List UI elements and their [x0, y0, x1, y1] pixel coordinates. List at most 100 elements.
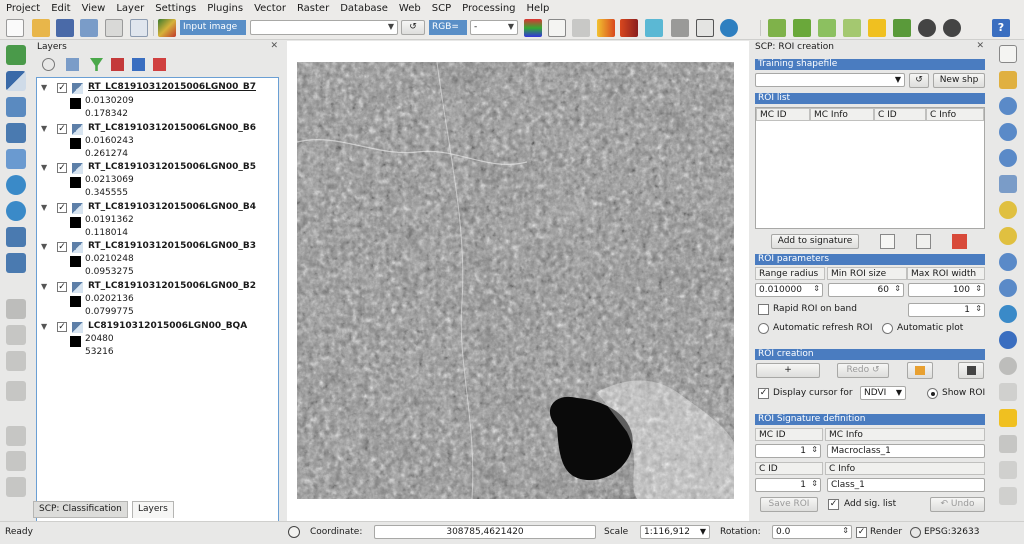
rgb-stretch-icon[interactable] [524, 19, 542, 37]
undo-button[interactable]: ↶ Undo [930, 497, 985, 512]
max-roi-width-input[interactable]: 100 ⇕ [908, 283, 985, 297]
rapid-roi-checkbox[interactable] [758, 304, 769, 315]
spinner-icon[interactable]: ⇕ [975, 304, 982, 313]
menu-layer[interactable]: Layer [116, 3, 144, 14]
redo-button[interactable]: Redo ↺ [837, 363, 889, 378]
layer-item[interactable]: ▼ ✓ RT_LC81910312015006LGN00_B2 [37, 280, 277, 294]
roi-list-table[interactable]: MC ID MC Info C ID C Info [755, 107, 985, 229]
layer-styling-icon[interactable] [42, 58, 55, 71]
auto-plot-radio[interactable] [882, 323, 893, 334]
collapse-all-icon[interactable] [132, 58, 145, 71]
layer-visibility-checkbox[interactable]: ✓ [57, 282, 67, 292]
layer-item[interactable]: ▼ ✓ RT_LC81910312015006LGN00_B3 [37, 240, 277, 254]
menu-edit[interactable]: Edit [51, 3, 70, 14]
new-shapefile-icon[interactable] [6, 253, 26, 273]
add-postgis-icon[interactable] [6, 97, 26, 117]
measure-icon[interactable] [999, 435, 1017, 453]
layer-visibility-checkbox[interactable]: ✓ [57, 242, 67, 252]
signature-list-icon[interactable] [793, 19, 811, 37]
layer-item[interactable]: ▼ ✓ LC81910312015006LGN00_BQA [37, 320, 277, 334]
add-csv-icon[interactable] [6, 227, 26, 247]
remove-layer-icon[interactable] [153, 58, 166, 71]
add-sig-list-checkbox[interactable]: ✓ [828, 499, 839, 510]
spinner-icon[interactable]: ⇕ [842, 526, 849, 535]
delete-roi-icon[interactable] [952, 234, 967, 249]
annotation-icon[interactable] [999, 487, 1017, 505]
map-canvas[interactable] [287, 41, 749, 521]
layer-visibility-checkbox[interactable]: ✓ [57, 124, 67, 134]
crs-status[interactable]: EPSG:32633 [924, 527, 979, 537]
roi-plot-icon[interactable] [880, 234, 895, 249]
crs-globe-icon[interactable] [910, 527, 921, 538]
composer-manager-icon[interactable] [130, 19, 148, 37]
chevron-down-icon[interactable]: ▼ [41, 163, 47, 172]
postprocessing-icon[interactable] [720, 19, 738, 37]
refresh-icon[interactable] [999, 305, 1017, 323]
layer-item[interactable]: ▼ ✓ RT_LC81910312015006LGN00_B5 [37, 161, 277, 175]
spinner-icon[interactable]: ⇕ [894, 284, 901, 293]
delete-selected-icon[interactable] [6, 451, 26, 471]
node-tool-icon[interactable] [6, 426, 26, 446]
input-image-combo[interactable]: ▼ [250, 20, 398, 35]
print-composer-icon[interactable] [105, 19, 123, 37]
menu-settings[interactable]: Settings [155, 3, 196, 14]
layers-tree[interactable]: ▼ ✓ RT_LC81910312015006LGN00_B7 0.013020… [36, 77, 279, 533]
auto-refresh-radio[interactable] [758, 323, 769, 334]
tab-layers[interactable]: Layers [132, 501, 174, 518]
chevron-down-icon[interactable]: ▼ [41, 242, 47, 251]
min-roi-size-input[interactable]: 60 ⇕ [828, 283, 904, 297]
std-deviation-icon[interactable] [620, 19, 638, 37]
scale-combo[interactable]: 1:116,912 ▼ [640, 525, 710, 539]
menu-project[interactable]: Project [6, 3, 40, 14]
add-vector-icon[interactable] [6, 45, 26, 65]
layer-item[interactable]: ▼ ✓ RT_LC81910312015006LGN00_B4 [37, 201, 277, 215]
identify-icon[interactable] [999, 331, 1017, 349]
pan-hand-icon[interactable] [999, 45, 1017, 63]
close-icon[interactable]: ✕ [270, 41, 278, 51]
expand-all-icon[interactable] [111, 58, 124, 71]
zoom-out-icon[interactable] [999, 123, 1017, 141]
refresh-shapefile-button[interactable]: ↺ [909, 73, 929, 88]
add-to-signature-button[interactable]: Add to signature [771, 234, 859, 249]
open-project-icon[interactable] [32, 19, 50, 37]
scatter-plot-icon[interactable] [818, 19, 836, 37]
display-cursor-combo[interactable]: NDVI ▼ [860, 386, 906, 400]
spinner-icon[interactable]: ⇕ [813, 284, 820, 293]
zoom-to-image-icon[interactable] [572, 19, 590, 37]
layer-visibility-checkbox[interactable]: ✓ [57, 83, 67, 93]
col-mc-id[interactable]: MC ID [756, 108, 810, 121]
spinner-icon[interactable]: ⇕ [811, 445, 818, 454]
cut-features-icon[interactable] [6, 477, 26, 497]
rapid-roi-band-input[interactable]: 1 ⇕ [908, 303, 985, 317]
help-icon[interactable]: ? [992, 19, 1010, 37]
clear-icon[interactable] [943, 19, 961, 37]
chevron-down-icon[interactable]: ▼ [41, 124, 47, 133]
menu-web[interactable]: Web [399, 3, 421, 14]
cumulative-cut-icon[interactable] [597, 19, 615, 37]
add-feature-icon[interactable] [6, 381, 26, 401]
menu-help[interactable]: Help [527, 3, 550, 14]
layer-visibility-checkbox[interactable]: ✓ [57, 163, 67, 173]
save-project-icon[interactable] [56, 19, 74, 37]
chevron-down-icon[interactable]: ▼ [41, 322, 47, 331]
menu-processing[interactable]: Processing [462, 3, 515, 14]
roi-star-icon[interactable] [868, 19, 886, 37]
refresh-image-button[interactable]: ↺ [401, 20, 425, 35]
add-raster-icon[interactable] [6, 71, 26, 91]
coordinate-field[interactable]: 308785,4621420 [374, 525, 596, 539]
add-wms-icon[interactable] [6, 149, 26, 169]
menu-raster[interactable]: Raster [297, 3, 329, 14]
map-tips-icon[interactable] [999, 461, 1017, 479]
add-spatialite-icon[interactable] [6, 123, 26, 143]
layer-visibility-checkbox[interactable]: ✓ [57, 322, 67, 332]
chevron-down-icon[interactable]: ▼ [41, 83, 47, 92]
tools-icon[interactable] [671, 19, 689, 37]
spectral-signature-icon[interactable] [768, 19, 786, 37]
rgb-combo[interactable]: - ▼ [470, 20, 518, 35]
zoom-actual-icon[interactable] [999, 149, 1017, 167]
layer-item[interactable]: ▼ ✓ RT_LC81910312015006LGN00_B7 [37, 81, 277, 95]
zoom-to-layer-icon[interactable] [999, 227, 1017, 245]
menu-vector[interactable]: Vector [254, 3, 286, 14]
deselect-icon[interactable] [999, 409, 1017, 427]
coordinate-toggle-icon[interactable] [288, 526, 300, 538]
